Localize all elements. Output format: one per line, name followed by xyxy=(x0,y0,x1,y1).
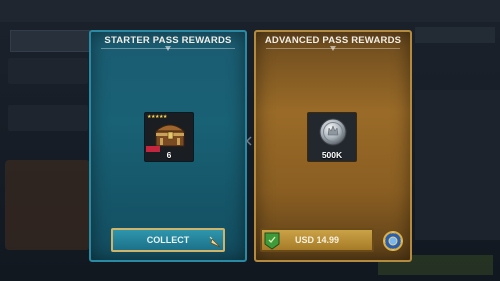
background-panel-right xyxy=(415,90,500,240)
green-shield-icon xyxy=(264,232,280,250)
silver-coin-icon xyxy=(319,118,347,146)
starter-reward-item[interactable]: ★★★★★ 6 xyxy=(144,112,194,162)
advanced-pass-title: ADVANCED PASS REWARDS xyxy=(264,35,402,46)
background-row xyxy=(8,58,88,84)
background-tab xyxy=(10,30,90,52)
advanced-pass-card: ADVANCED PASS REWARDS 500K USD 14.99 xyxy=(254,30,412,262)
treasure-chest-icon xyxy=(154,124,186,147)
background-tab-right xyxy=(415,27,495,43)
starter-reward-quantity: 6 xyxy=(166,150,172,160)
starter-pass-title: STARTER PASS REWARDS xyxy=(104,35,232,46)
rarity-stars: ★★★★★ xyxy=(147,114,167,120)
chevron-left-icon xyxy=(245,136,252,146)
advanced-reward-item[interactable]: 500K xyxy=(307,112,357,162)
advanced-reward-quantity: 500K xyxy=(321,150,343,160)
buy-advanced-pass-button[interactable]: USD 14.99 xyxy=(260,228,374,252)
pointer-cursor-icon xyxy=(209,236,221,248)
buy-button-price: USD 14.99 xyxy=(294,235,340,245)
background-top-bar xyxy=(0,0,500,22)
gem-medallion-icon[interactable] xyxy=(382,230,404,252)
collect-button-label: COLLECT xyxy=(146,235,190,245)
starter-pass-card: STARTER PASS REWARDS ★★★★★ 6 COLLECT xyxy=(89,30,247,262)
background-row xyxy=(8,105,88,131)
collect-button[interactable]: COLLECT xyxy=(111,228,225,252)
background-panel xyxy=(5,160,90,250)
